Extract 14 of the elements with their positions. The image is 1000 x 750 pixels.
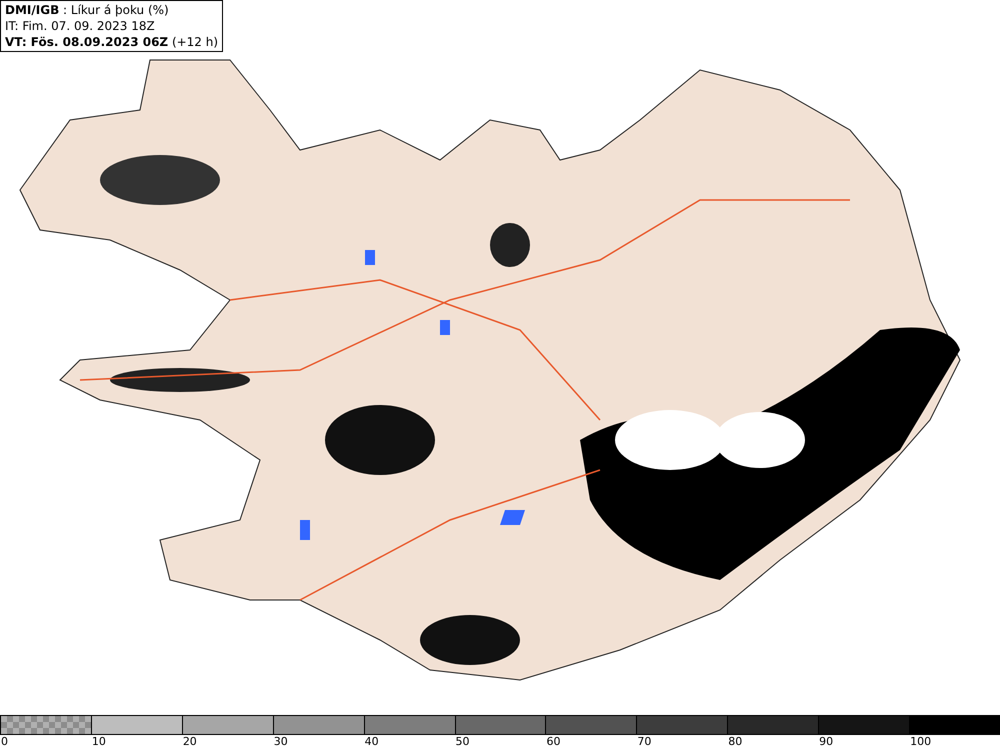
legend-label: 30 — [272, 735, 288, 748]
legend-label: 10 — [90, 735, 106, 748]
info-line: IT: Fim. 07. 09. 2023 18Z — [5, 18, 156, 34]
legend-label: 20 — [182, 735, 197, 748]
legend-label: 0 — [0, 735, 8, 748]
legend-label: 50 — [454, 735, 470, 748]
legend-label: 60 — [545, 735, 560, 748]
legend-label: 40 — [364, 735, 379, 748]
info-line: DMI/IGB : Líkur á þoku (%) — [5, 2, 170, 18]
legend-label: 90 — [818, 735, 834, 748]
legend-label: 100 — [909, 735, 932, 748]
info-line: VT: Fös. 08.09.2023 06Z (+12 h) — [5, 34, 218, 50]
legend-label: 70 — [636, 735, 652, 748]
legend-label: 80 — [727, 735, 742, 748]
